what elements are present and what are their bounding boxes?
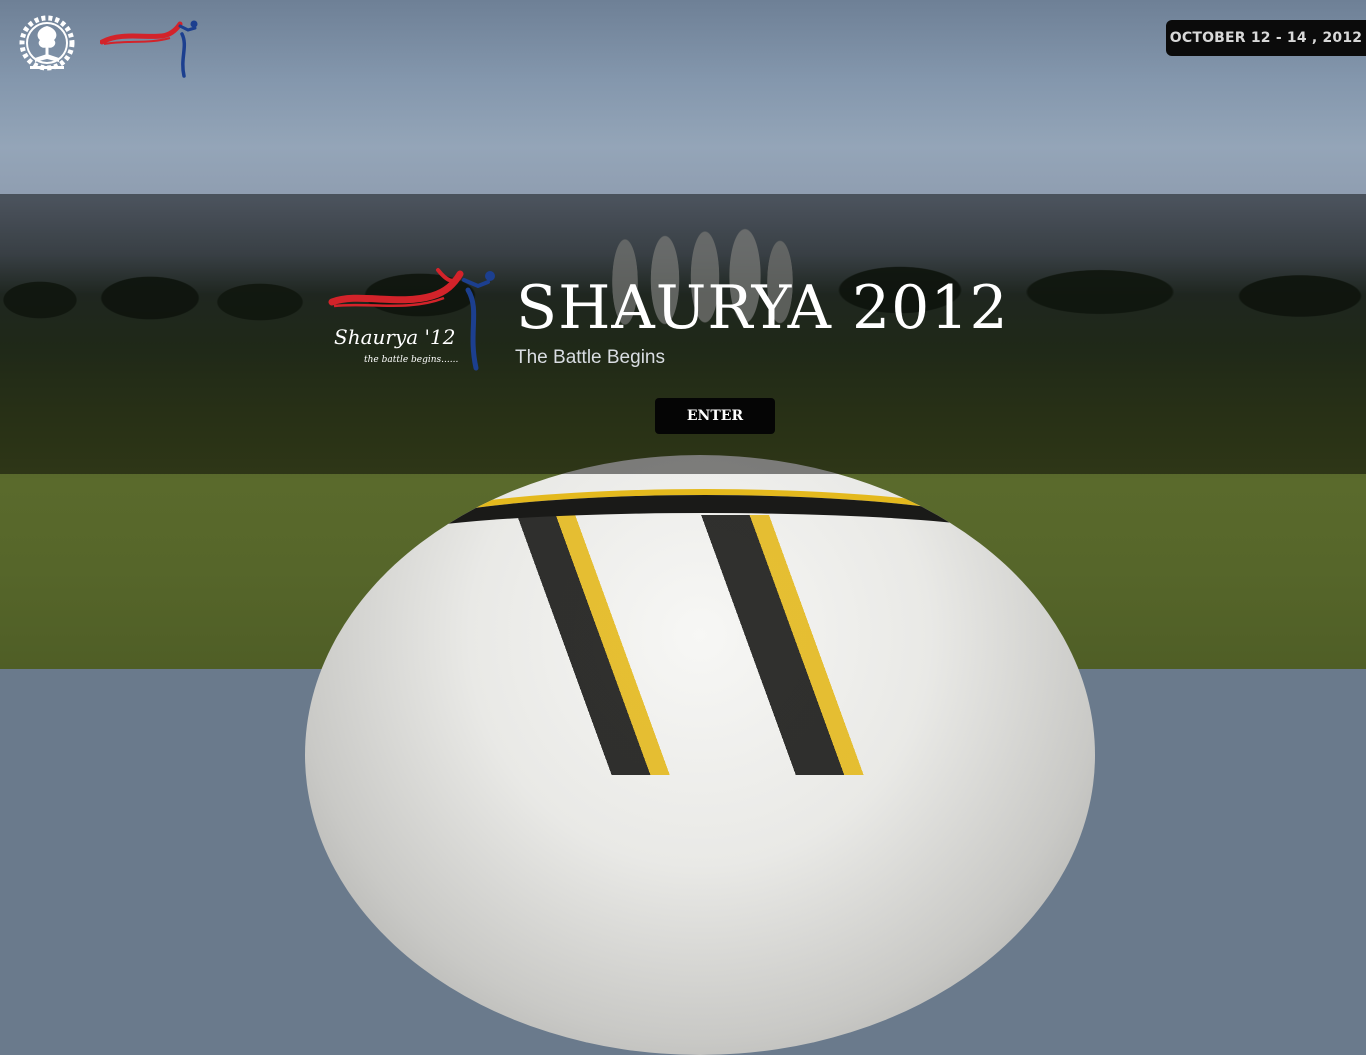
runner-logo-icon[interactable] <box>99 18 200 82</box>
event-date-badge: OCTOBER 12 - 14 , 2012 <box>1166 20 1366 56</box>
logo-tagline: the battle begins...... <box>364 355 458 365</box>
enter-button[interactable]: ENTER <box>655 398 775 434</box>
page-title: SHAURYA 2012 <box>516 273 1009 343</box>
page-subtitle: The Battle Begins <box>515 347 665 368</box>
football-image <box>305 455 1095 1055</box>
shaurya-12-logo-icon: Shaurya '12 the battle begins...... <box>328 262 498 374</box>
iit-emblem-icon[interactable] <box>18 14 76 76</box>
logo-text: Shaurya '12 <box>334 325 455 349</box>
